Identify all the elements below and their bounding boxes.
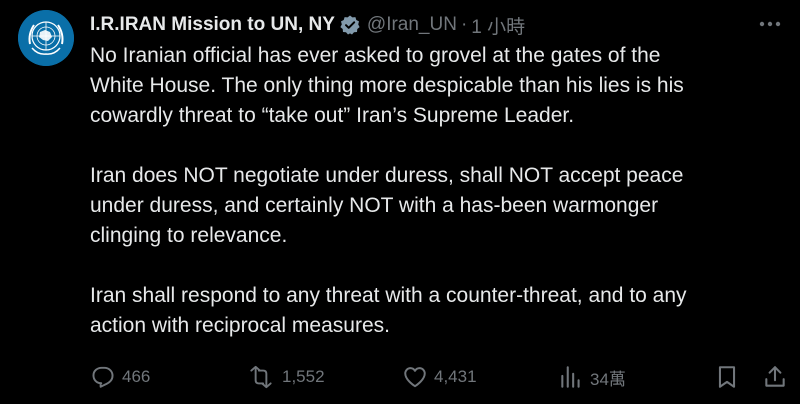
text-line: Iran shall respond to any threat with a …	[90, 284, 687, 307]
reply-count: 466	[122, 367, 151, 386]
text-line: White House. The only thing more despica…	[90, 74, 684, 97]
text-line: No Iranian official has ever asked to gr…	[90, 44, 661, 67]
views-button[interactable]: 34萬	[558, 362, 626, 392]
verified-badge-icon[interactable]	[339, 14, 361, 36]
share-button[interactable]	[762, 362, 788, 392]
separator-dot: ·	[460, 14, 468, 35]
tweet-paragraph: Iran shall respond to any threat with a …	[90, 281, 790, 341]
action-bar: 466 1,552 4,431 34萬	[90, 362, 790, 392]
more-icon[interactable]	[756, 10, 784, 38]
timestamp[interactable]: 1 小時	[471, 12, 525, 39]
like-button[interactable]: 4,431	[402, 362, 477, 392]
display-name[interactable]: I.R.IRAN Mission to UN, NY	[90, 14, 335, 36]
text-line: action with reciprocal measures.	[90, 314, 390, 337]
like-icon	[404, 367, 426, 388]
bookmark-button[interactable]	[714, 362, 740, 392]
repost-button[interactable]: 1,552	[246, 362, 325, 392]
text-line: cowardly threat to “take out” Iran’s Sup…	[90, 104, 575, 127]
text-line: clinging to relevance.	[90, 224, 288, 247]
avatar[interactable]	[18, 10, 74, 66]
tweet-paragraph: No Iranian official has ever asked to gr…	[90, 41, 790, 131]
un-emblem-icon	[18, 10, 74, 66]
repost-count: 1,552	[282, 367, 325, 386]
tweet-text: No Iranian official has ever asked to gr…	[90, 41, 790, 341]
share-icon	[765, 366, 785, 387]
bookmark-icon	[718, 366, 736, 388]
tweet-header: I.R.IRAN Mission to UN, NY @Iran_UN · 1 …	[90, 12, 525, 38]
text-line: under duress, and certainly NOT with a h…	[90, 194, 659, 217]
views-icon	[561, 366, 580, 388]
views-count: 34萬	[590, 369, 626, 389]
like-count: 4,431	[434, 367, 477, 386]
reply-icon	[92, 366, 114, 388]
handle[interactable]: @Iran_UN	[367, 14, 457, 36]
reply-button[interactable]: 466	[90, 362, 150, 392]
tweet[interactable]: I.R.IRAN Mission to UN, NY @Iran_UN · 1 …	[0, 0, 800, 404]
tweet-paragraph: Iran does NOT negotiate under duress, sh…	[90, 161, 790, 251]
text-line: Iran does NOT negotiate under duress, sh…	[90, 164, 684, 187]
repost-icon	[250, 365, 272, 389]
